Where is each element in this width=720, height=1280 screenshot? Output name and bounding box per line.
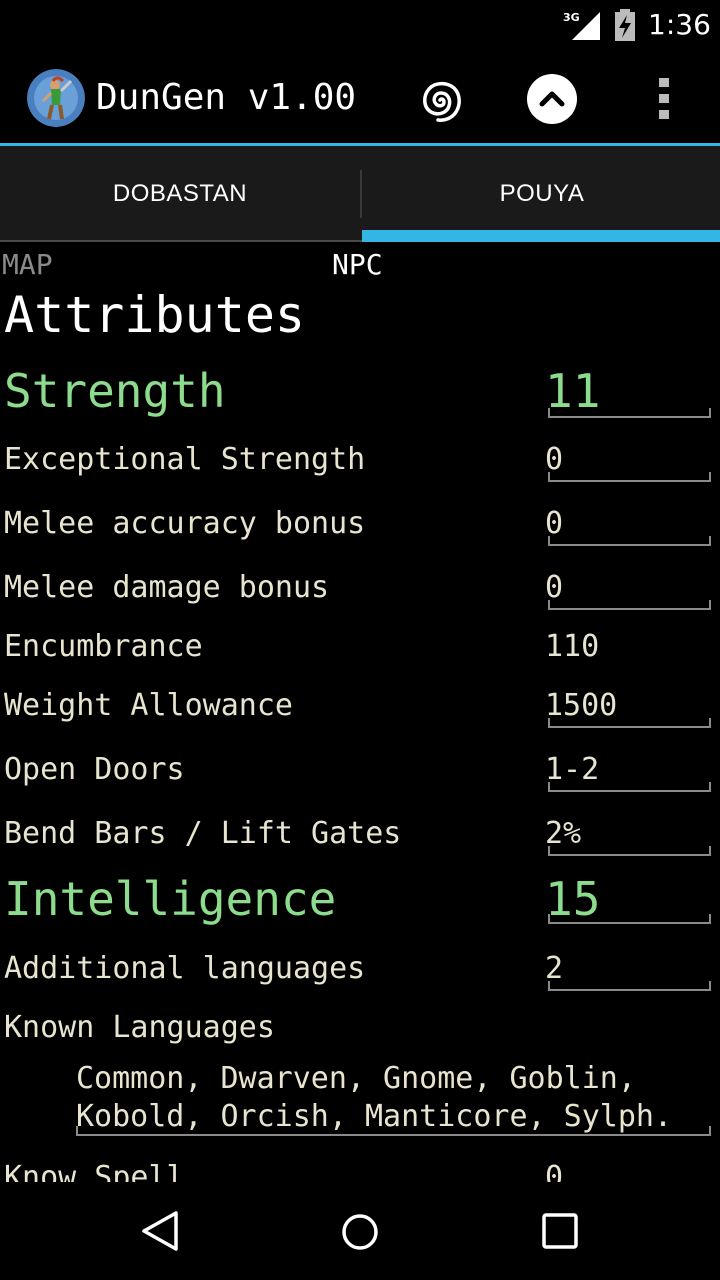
attribute-label: Weight Allowance bbox=[4, 688, 293, 723]
languages-underline bbox=[76, 1126, 711, 1136]
tab-pouya[interactable]: POUYA bbox=[362, 146, 720, 242]
tab-bar: DOBASTAN POUYA bbox=[0, 146, 720, 242]
value-underline bbox=[548, 981, 711, 991]
attribute-value: 110 bbox=[545, 629, 600, 664]
page-title: Attributes bbox=[4, 286, 306, 344]
attribute-label: Know Spell bbox=[4, 1160, 185, 1182]
chevron-up-icon[interactable] bbox=[527, 74, 577, 124]
tab-selected-indicator bbox=[362, 230, 720, 242]
attribute-label: Melee damage bonus bbox=[4, 570, 330, 605]
attribute-value: 0 bbox=[545, 1160, 564, 1182]
value-underline bbox=[548, 718, 711, 728]
sub-tab-map[interactable]: MAP bbox=[2, 248, 53, 281]
attribute-label: Bend Bars / Lift Gates bbox=[4, 816, 402, 851]
known-languages-list: Common, Dwarven, Gnome, Goblin, Kobold, … bbox=[76, 1060, 716, 1136]
back-icon[interactable] bbox=[140, 1210, 180, 1252]
attribute-label: Known Languages bbox=[4, 1010, 275, 1045]
attribute-label: Melee accuracy bonus bbox=[4, 506, 366, 541]
attribute-label: Strength bbox=[4, 364, 226, 418]
value-underline bbox=[548, 536, 711, 546]
status-time: 1:36 bbox=[648, 8, 711, 41]
value-underline bbox=[548, 600, 711, 610]
status-bar: 3G 1:36 bbox=[0, 0, 720, 50]
tab-label: POUYA bbox=[499, 180, 585, 207]
sub-tabs: MAP NPC bbox=[0, 248, 720, 284]
value-underline bbox=[548, 782, 711, 792]
overflow-menu-icon[interactable] bbox=[650, 76, 678, 120]
value-underline bbox=[548, 846, 711, 856]
app-title: DunGen v1.00 bbox=[96, 77, 357, 118]
value-underline bbox=[548, 408, 711, 418]
navigation-bar bbox=[0, 1182, 720, 1280]
tab-dobastan[interactable]: DOBASTAN bbox=[0, 146, 360, 242]
attribute-label: Encumbrance bbox=[4, 629, 203, 664]
spiral-icon[interactable] bbox=[414, 74, 466, 126]
attribute-label: Additional languages bbox=[4, 951, 366, 986]
battery-icon bbox=[615, 9, 635, 41]
attribute-label: Exceptional Strength bbox=[4, 442, 366, 477]
npc-attributes-panel: MAP NPC Attributes Strength 11 Exception… bbox=[0, 242, 720, 1182]
network-type-label: 3G bbox=[563, 11, 580, 24]
action-bar: DunGen v1.00 bbox=[0, 50, 720, 144]
signal-icon: 3G bbox=[563, 11, 600, 40]
known-languages-line: Common, Dwarven, Gnome, Goblin, bbox=[76, 1061, 636, 1096]
recent-apps-icon[interactable] bbox=[542, 1213, 578, 1249]
value-underline bbox=[548, 472, 711, 482]
sub-tab-npc[interactable]: NPC bbox=[332, 248, 383, 281]
value-underline bbox=[548, 914, 711, 924]
home-icon[interactable] bbox=[340, 1212, 380, 1252]
tab-label: DOBASTAN bbox=[112, 180, 248, 207]
attribute-label: Intelligence bbox=[4, 872, 337, 926]
app-logo-icon[interactable] bbox=[27, 69, 85, 127]
attribute-label: Open Doors bbox=[4, 752, 185, 787]
